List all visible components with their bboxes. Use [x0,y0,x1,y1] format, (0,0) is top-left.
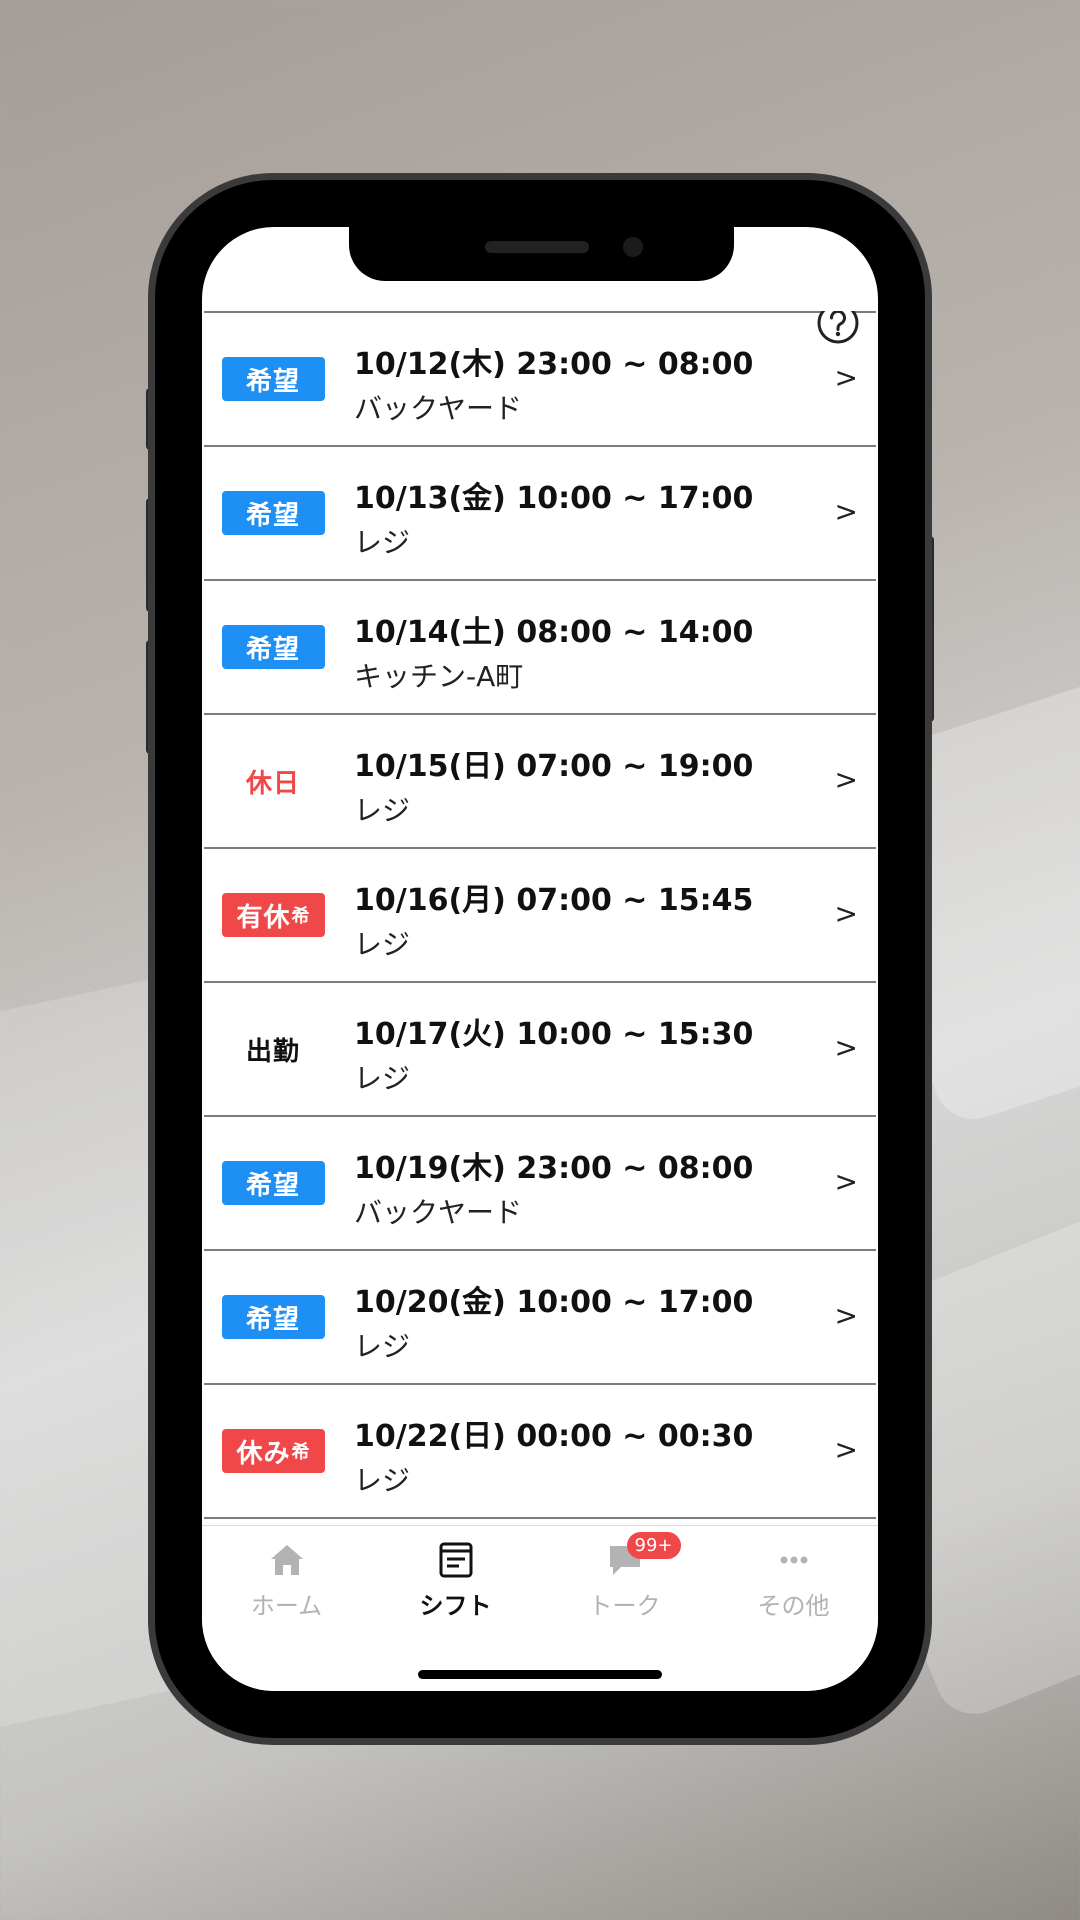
tab-home[interactable]: ホーム [202,1540,371,1630]
chevron-right-icon: > [834,1433,858,1466]
chevron-right-icon: > [834,1165,858,1198]
shift-row[interactable]: 休み希 10/22(日) 00:00 ~ 00:30 レジ > [204,1385,876,1519]
question-circle-icon[interactable] [816,311,860,345]
shift-time: 10/17(火) 10:00 ~ 15:30 [354,1017,754,1052]
tab-talk[interactable]: 99+ トーク [540,1532,709,1630]
home-icon [270,1545,303,1575]
bottom-tab-bar: ホーム シフト 99+ トーク その他 [202,1525,878,1691]
shift-time: 10/16(月) 07:00 ~ 15:45 [354,883,754,918]
phone-screen: 希望 10/12(木) 23:00 ~ 08:00 バックヤード > 希望 10… [202,227,878,1691]
notification-badge: 99+ [626,1532,681,1559]
shift-time: 10/13(金) 10:00 ~ 17:00 [354,481,754,516]
shift-time: 10/20(金) 10:00 ~ 17:00 [354,1285,754,1320]
chevron-right-icon: > [834,1031,858,1064]
shift-location: レジ [354,1464,411,1497]
shift-status-badge: 希望 [222,491,325,535]
shift-row[interactable]: 希望 10/12(木) 23:00 ~ 08:00 バックヤード > [204,313,876,447]
shift-list-container[interactable]: 希望 10/12(木) 23:00 ~ 08:00 バックヤード > 希望 10… [204,311,876,1525]
shift-location: レジ [354,794,411,827]
shift-location: キッチン-A町 [354,660,524,693]
shift-list: 希望 10/12(木) 23:00 ~ 08:00 バックヤード > 希望 10… [204,313,876,1519]
shift-time: 10/14(土) 08:00 ~ 14:00 [354,615,754,650]
shift-location: レジ [354,1062,411,1095]
shift-location: バックヤード [354,1196,523,1229]
shift-status-badge: 休み希 [222,1429,325,1473]
shift-time: 10/12(木) 23:00 ~ 08:00 [354,347,754,382]
shift-status-badge: 希望 [222,1161,325,1205]
shift-time: 10/19(木) 23:00 ~ 08:00 [354,1151,754,1186]
shift-status-badge: 希望 [222,1295,325,1339]
home-indicator[interactable] [418,1670,662,1679]
shift-location: レジ [354,1330,411,1363]
chevron-right-icon: > [834,1299,858,1332]
shift-row[interactable]: 休日 10/15(日) 07:00 ~ 19:00 レジ > [204,715,876,849]
shift-row[interactable]: 希望 10/14(土) 08:00 ~ 14:00 キッチン-A町 [204,581,876,715]
phone-frame: 希望 10/12(木) 23:00 ~ 08:00 バックヤード > 希望 10… [155,180,925,1738]
shift-row[interactable]: 有休希 10/16(月) 07:00 ~ 15:45 レジ > [204,849,876,983]
notch [349,227,734,281]
tab-label: ホーム [250,1592,323,1620]
shift-time: 10/22(日) 00:00 ~ 00:30 [354,1419,754,1454]
shift-row[interactable]: 希望 10/13(金) 10:00 ~ 17:00 レジ > [204,447,876,581]
tab-label: その他 [757,1592,830,1620]
shift-status-badge: 希望 [222,357,325,401]
shift-time: 10/15(日) 07:00 ~ 19:00 [354,749,754,784]
tab-more[interactable]: その他 [709,1540,878,1630]
shift-location: レジ [354,928,411,961]
shift-row[interactable]: 出勤 10/17(火) 10:00 ~ 15:30 レジ > [204,983,876,1117]
shift-location: レジ [354,526,411,559]
chevron-right-icon: > [834,361,858,394]
shift-row[interactable]: 希望 10/19(木) 23:00 ~ 08:00 バックヤード > [204,1117,876,1251]
shift-icon [439,1542,472,1578]
speaker [485,241,589,253]
chevron-right-icon: > [834,763,858,796]
shift-status-badge: 出勤 [245,1036,300,1067]
more-icon [780,1556,807,1564]
shift-row[interactable]: 希望 10/20(金) 10:00 ~ 17:00 レジ > [204,1251,876,1385]
tab-label: シフト [419,1592,492,1620]
shift-status-badge: 休日 [245,768,300,799]
tab-label: トーク [588,1592,661,1620]
shift-status-badge: 有休希 [222,893,325,937]
shift-location: バックヤード [354,392,523,425]
tab-shift[interactable]: シフト [371,1540,540,1630]
chat-icon-wrapper: 99+ [605,1532,681,1580]
chevron-right-icon: > [834,897,858,930]
shift-status-badge: 希望 [222,625,325,669]
camera [623,237,643,257]
chevron-right-icon: > [834,495,858,528]
